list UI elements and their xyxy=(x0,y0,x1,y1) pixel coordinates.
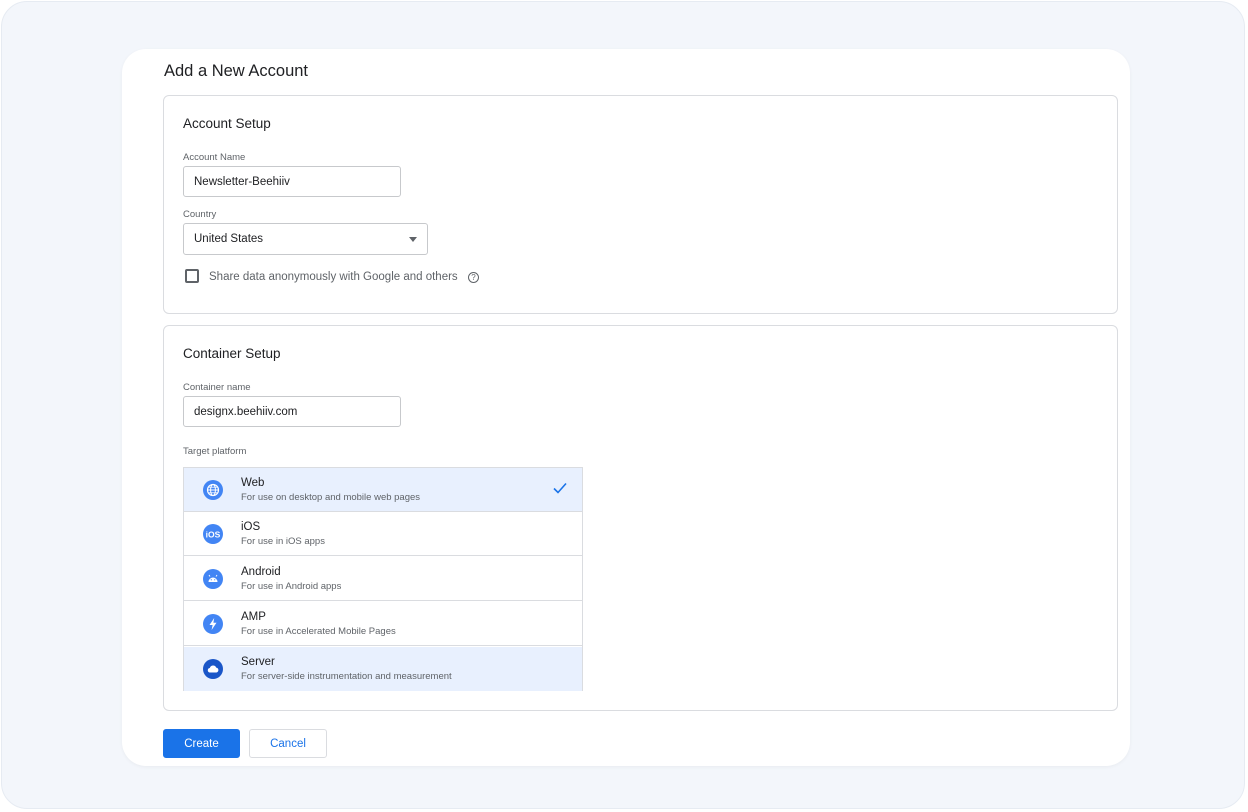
ios-icon: iOS xyxy=(203,524,223,544)
page-title: Add a New Account xyxy=(164,62,308,81)
platform-desc-amp: For use in Accelerated Mobile Pages xyxy=(241,626,396,637)
share-data-checkbox[interactable] xyxy=(185,269,199,283)
globe-icon xyxy=(203,480,223,500)
platform-option-amp[interactable]: AMP For use in Accelerated Mobile Pages xyxy=(184,602,582,646)
country-select[interactable]: United States xyxy=(183,223,428,255)
platform-desc-ios: For use in iOS apps xyxy=(241,536,325,547)
country-label: Country xyxy=(183,209,216,220)
dropdown-arrow-icon xyxy=(409,237,417,242)
cloud-icon xyxy=(203,659,223,679)
android-icon xyxy=(203,569,223,589)
platform-name-web: Web xyxy=(241,477,264,489)
platform-option-android[interactable]: Android For use in Android apps xyxy=(184,557,582,601)
target-platform-list: Web For use on desktop and mobile web pa… xyxy=(183,467,583,691)
platform-desc-server: For server-side instrumentation and meas… xyxy=(241,671,452,682)
container-setup-title: Container Setup xyxy=(183,346,281,361)
target-platform-label: Target platform xyxy=(183,446,246,457)
container-setup-section: Container Setup Container name Target pl… xyxy=(163,325,1118,711)
add-account-dialog: Add a New Account Account Setup Account … xyxy=(122,49,1130,766)
account-setup-title: Account Setup xyxy=(183,116,271,131)
help-circle-icon[interactable]: ? xyxy=(468,272,479,283)
page-background: Add a New Account Account Setup Account … xyxy=(1,1,1245,809)
amp-bolt-icon xyxy=(203,614,223,634)
country-select-value: United States xyxy=(194,233,263,245)
container-name-input[interactable] xyxy=(183,396,401,427)
platform-name-android: Android xyxy=(241,566,281,578)
platform-name-amp: AMP xyxy=(241,611,266,623)
account-name-input[interactable] xyxy=(183,166,401,197)
platform-name-server: Server xyxy=(241,656,275,668)
container-name-label: Container name xyxy=(183,382,251,393)
platform-option-server[interactable]: Server For server-side instrumentation a… xyxy=(184,647,582,691)
platform-desc-android: For use in Android apps xyxy=(241,581,341,592)
platform-name-ios: iOS xyxy=(241,521,260,533)
share-data-label[interactable]: Share data anonymously with Google and o… xyxy=(209,271,458,283)
account-setup-section: Account Setup Account Name Country Unite… xyxy=(163,95,1118,314)
platform-option-ios[interactable]: iOS iOS For use in iOS apps xyxy=(184,512,582,556)
account-name-label: Account Name xyxy=(183,152,245,163)
platform-desc-web: For use on desktop and mobile web pages xyxy=(241,492,420,503)
cancel-button[interactable]: Cancel xyxy=(249,729,327,758)
platform-option-web[interactable]: Web For use on desktop and mobile web pa… xyxy=(184,468,582,512)
svg-text:iOS: iOS xyxy=(206,529,221,539)
create-button[interactable]: Create xyxy=(163,729,240,758)
checkmark-icon xyxy=(552,480,568,501)
